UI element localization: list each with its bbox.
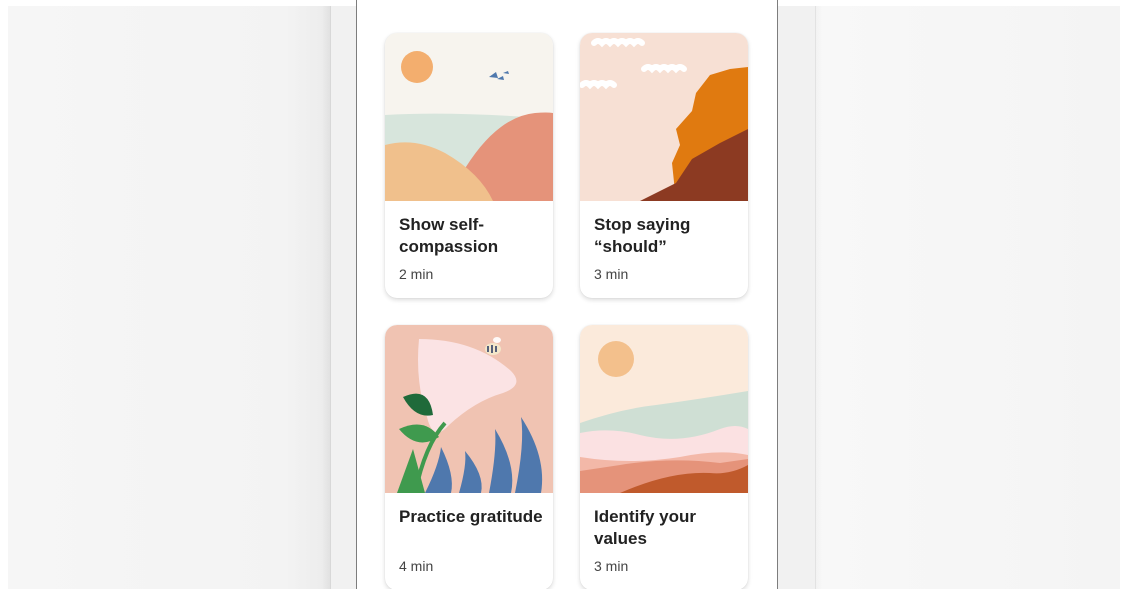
activity-card-identify-values[interactable]: Identify your values 3 min	[580, 325, 748, 589]
card-duration: 4 min	[399, 558, 434, 574]
sun-hills-illustration	[385, 33, 553, 201]
layered-landscape-illustration	[580, 325, 748, 493]
card-title: Practice gratitude	[399, 507, 543, 526]
activity-card-self-compassion[interactable]: Show self-compassion 2 min	[385, 33, 553, 298]
card-title: Show self-compassion	[399, 215, 499, 256]
card-duration: 2 min	[399, 266, 434, 282]
card-title: Stop saying “should”	[594, 215, 691, 256]
card-duration: 3 min	[594, 558, 629, 574]
card-title: Identify your values	[594, 507, 697, 548]
cliff-illustration	[580, 33, 748, 201]
activity-card-practice-gratitude[interactable]: Practice gratitude 4 min	[385, 325, 553, 589]
flower-illustration	[385, 325, 553, 493]
card-duration: 3 min	[594, 266, 629, 282]
activity-card-stop-saying-should[interactable]: Stop saying “should” 3 min	[580, 33, 748, 298]
